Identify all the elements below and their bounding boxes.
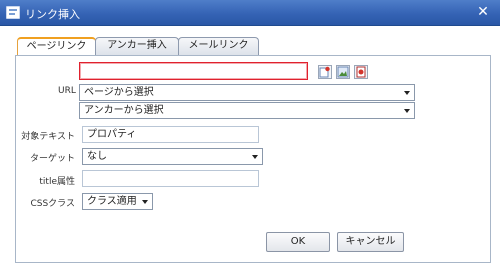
title-attr-label: title属性 (39, 177, 75, 187)
tab-mail-link[interactable]: メールリンク (178, 37, 259, 55)
chevron-down-icon (404, 91, 410, 95)
tab-page-link[interactable]: ページリンク (17, 37, 96, 55)
target-select[interactable]: なし (82, 148, 263, 165)
css-class-select[interactable]: クラス適用 (82, 193, 153, 210)
url-input[interactable] (79, 62, 308, 80)
anchor-select-value: アンカーから選択 (84, 105, 164, 116)
title-attr-input[interactable] (82, 170, 259, 187)
url-label: URL (58, 86, 76, 96)
ok-button[interactable]: OK (266, 232, 330, 252)
anchor-select[interactable]: アンカーから選択 (79, 102, 415, 119)
target-label: ターゲット (29, 154, 75, 164)
css-class-label: CSSクラス (30, 199, 75, 209)
tab-anchor-insert[interactable]: アンカー挿入 (95, 37, 179, 55)
file-icon[interactable] (354, 65, 368, 79)
image-icon[interactable] (336, 65, 350, 79)
target-text-input[interactable]: プロパティ (82, 126, 259, 143)
target-text-label: 対象テキスト (21, 132, 75, 142)
chevron-down-icon (404, 109, 410, 113)
window-icon (6, 6, 20, 19)
page-select-value: ページから選択 (84, 87, 154, 98)
link-icon[interactable] (318, 65, 332, 79)
close-button[interactable]: ✕ (475, 4, 491, 20)
title-bar: リンク挿入 ✕ (0, 0, 500, 26)
cancel-button[interactable]: キャンセル (337, 232, 404, 252)
css-class-value: クラス適用 (87, 196, 137, 207)
chevron-down-icon (142, 200, 148, 204)
page-select[interactable]: ページから選択 (79, 84, 415, 101)
chevron-down-icon (252, 155, 258, 159)
link-insert-dialog: リンク挿入 ✕ ページリンク アンカー挿入 メールリンク URL ページから選択 (0, 0, 500, 267)
target-select-value: なし (87, 151, 107, 162)
window-title: リンク挿入 (25, 8, 80, 21)
